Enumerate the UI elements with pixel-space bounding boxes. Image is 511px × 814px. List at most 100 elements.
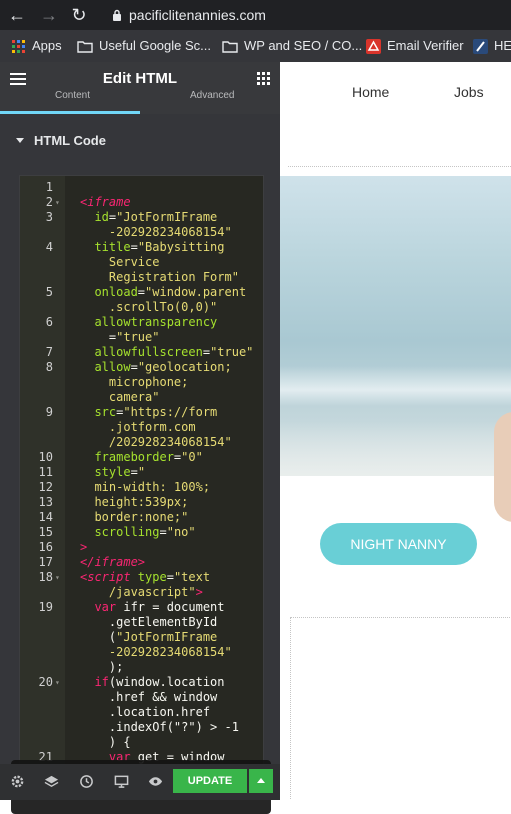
update-button[interactable]: UPDATE xyxy=(173,769,247,793)
code-text: <iframe xyxy=(80,195,259,210)
layers-icon[interactable] xyxy=(44,774,59,789)
code-token: allow xyxy=(80,360,131,374)
folder-icon xyxy=(222,41,238,53)
line-number: 14 xyxy=(38,510,53,524)
bookmark-label: WP and SEO / CO... xyxy=(244,38,363,53)
code-token: = xyxy=(137,285,146,299)
line-number: 2 xyxy=(45,195,53,209)
line-number: 12 xyxy=(38,480,53,494)
code-text: if(window.location .href && window .loca… xyxy=(80,675,259,750)
code-token: title xyxy=(80,240,131,254)
bookmark-label: Email Verifier xyxy=(387,38,464,53)
code-token: id xyxy=(80,210,109,224)
code-text: var ifr = document .getElementById ("Jot… xyxy=(80,600,259,675)
settings-gear-icon[interactable] xyxy=(10,774,25,789)
panel-header: Edit HTML xyxy=(0,62,280,96)
code-token: allowfullscreen xyxy=(80,345,203,359)
site-preview: Home Jobs NIGHT NANNY xyxy=(280,62,511,800)
code-text: src="https://form .jotform.com /20292823… xyxy=(80,405,259,450)
code-text: style=" xyxy=(80,465,259,480)
wave-foam xyxy=(280,366,511,406)
code-text: > xyxy=(80,540,259,555)
line-number: 6 xyxy=(45,315,53,329)
code-token: height:539px; xyxy=(80,495,189,509)
bookmark-he[interactable]: HE xyxy=(473,30,511,62)
code-text: <script type="text /javascript"> xyxy=(80,570,259,600)
code-token: scrolling xyxy=(80,525,160,539)
nav-home[interactable]: Home xyxy=(352,84,389,100)
bookmark-label: Useful Google Sc... xyxy=(99,38,211,53)
tab-advanced[interactable]: Advanced xyxy=(190,90,234,101)
back-arrow-icon[interactable]: ← xyxy=(6,4,28,26)
panel-title: Edit HTML xyxy=(102,70,178,87)
person-arm xyxy=(494,412,511,522)
bookmark-label: HE xyxy=(494,38,511,53)
code-text: </iframe> xyxy=(80,555,259,570)
bookmark-email-verifier[interactable]: Email Verifier xyxy=(366,30,464,62)
line-number: 11 xyxy=(38,465,53,479)
line-number: 1 xyxy=(45,180,53,194)
code-token: > xyxy=(80,540,88,554)
bookmarks-bar: Apps Useful Google Sc... WP and SEO / CO… xyxy=(0,30,511,62)
line-number: 18 xyxy=(38,570,53,584)
browser-toolbar: ← → ↻ pacificlitenannies.com xyxy=(0,0,511,30)
line-number: 10 xyxy=(38,450,53,464)
night-nanny-button[interactable]: NIGHT NANNY xyxy=(320,523,477,565)
line-number: 4 xyxy=(45,240,53,254)
folder-icon xyxy=(77,41,93,53)
update-options-caret-icon[interactable] xyxy=(249,769,273,793)
tab-content[interactable]: Content xyxy=(55,90,90,101)
fold-arrow-icon[interactable]: ▾ xyxy=(55,570,60,585)
wave-foam xyxy=(280,421,511,476)
line-number: 16 xyxy=(38,540,53,554)
code-text: frameborder="0" xyxy=(80,450,259,465)
code-token: = xyxy=(108,330,117,344)
code-token: src xyxy=(80,405,117,419)
preview-eye-icon[interactable] xyxy=(148,774,163,789)
line-number: 9 xyxy=(45,405,53,419)
section-html-code[interactable]: HTML Code xyxy=(0,126,280,156)
widgets-grid-icon[interactable] xyxy=(257,72,270,85)
line-number: 17 xyxy=(38,555,53,569)
forward-arrow-icon[interactable]: → xyxy=(38,4,60,26)
code-editor[interactable]: 1 2 ▾ <iframe 3 id="JotFormIFrame -202928234… xyxy=(19,175,264,787)
divider xyxy=(288,166,511,167)
responsive-desktop-icon[interactable] xyxy=(114,774,129,789)
code-token: style xyxy=(80,465,131,479)
active-tab-indicator xyxy=(0,111,140,114)
reload-icon[interactable]: ↻ xyxy=(68,4,90,26)
line-number: 20 xyxy=(38,675,53,689)
history-icon[interactable] xyxy=(79,774,94,789)
code-token: = xyxy=(130,360,138,374)
code-token: "0" xyxy=(181,450,203,464)
code-text: scrolling="no" xyxy=(80,525,259,540)
fold-arrow-icon[interactable]: ▾ xyxy=(55,195,60,210)
line-number: 19 xyxy=(38,600,53,614)
code-token: = xyxy=(202,345,211,359)
code-token: = xyxy=(166,570,174,584)
lock-icon xyxy=(113,9,121,21)
code-token: <script xyxy=(80,570,131,584)
code-text: allowtransparency ="true" xyxy=(80,315,259,345)
code-text: title="Babysitting Service Registration … xyxy=(80,240,259,285)
email-verifier-icon xyxy=(366,39,381,55)
code-token: " xyxy=(137,465,146,479)
code-token: allowtransparency xyxy=(80,315,218,329)
code-token: <iframe xyxy=(80,195,131,209)
address-bar[interactable]: pacificlitenannies.com xyxy=(98,3,511,27)
fold-arrow-icon[interactable]: ▾ xyxy=(55,675,60,690)
hero-beach-image xyxy=(280,176,511,522)
caret-down-icon xyxy=(16,138,24,144)
bookmark-apps[interactable]: Apps xyxy=(12,30,62,62)
bookmark-wp-seo[interactable]: WP and SEO / CO... xyxy=(222,30,362,62)
code-text: height:539px; xyxy=(80,495,259,510)
code-text: onload="window.parent .scrollTo(0,0)" xyxy=(80,285,259,315)
code-token: if xyxy=(80,675,109,689)
editor-panel: Edit HTML Content Advanced HTML Code 1 2 ▾… xyxy=(0,62,280,814)
code-token: ); xyxy=(108,660,124,674)
code-token: var xyxy=(80,600,117,614)
nav-jobs[interactable]: Jobs xyxy=(454,84,484,100)
empty-widget-area xyxy=(290,617,511,800)
code-token: frameborder xyxy=(80,450,174,464)
bookmark-useful-google[interactable]: Useful Google Sc... xyxy=(77,30,211,62)
